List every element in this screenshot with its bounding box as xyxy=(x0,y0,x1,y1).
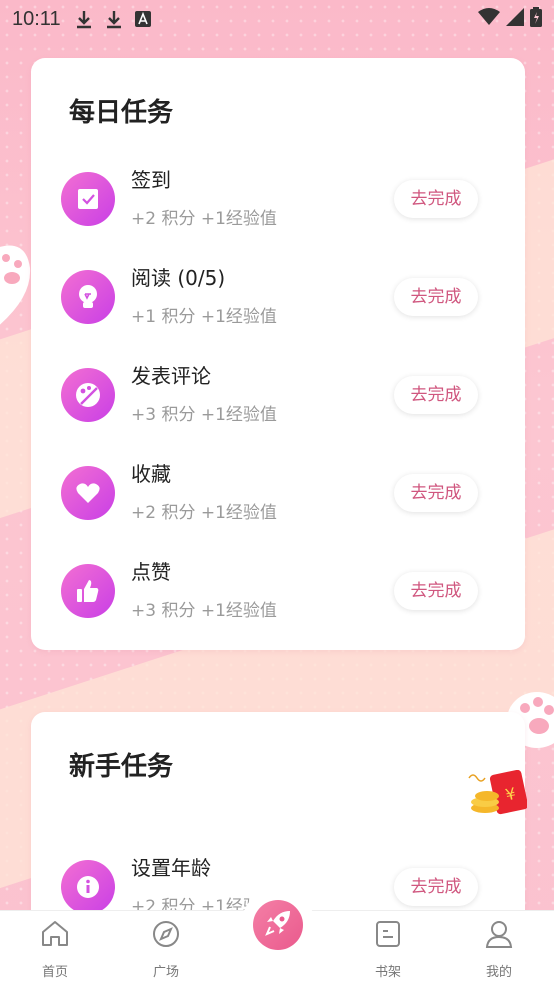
palette-icon xyxy=(61,368,115,422)
signal-icon xyxy=(506,7,524,31)
app-notification-icon xyxy=(134,11,151,27)
info-icon xyxy=(61,860,115,914)
battery-icon xyxy=(530,6,542,32)
go-complete-button[interactable]: 去完成 xyxy=(394,572,478,610)
compass-icon xyxy=(151,919,181,953)
task-name: 点赞 xyxy=(131,560,171,584)
task-item-comment: 发表评论 +3 积分 +1经验值 去完成 xyxy=(31,356,525,454)
task-reward: +2 积分 +1经验值 xyxy=(131,209,277,229)
profile-icon xyxy=(484,919,514,953)
newbie-tasks-title: 新手任务 xyxy=(69,752,174,782)
tab-label: 首页 xyxy=(41,965,68,980)
red-envelope-coins-icon: ¥ xyxy=(468,770,527,815)
tab-home[interactable]: 首页 xyxy=(10,911,100,984)
heart-icon xyxy=(61,466,115,520)
go-complete-button[interactable]: 去完成 xyxy=(394,278,478,316)
rocket-icon xyxy=(264,909,292,941)
bookshelf-icon xyxy=(373,919,403,953)
go-complete-button[interactable]: 去完成 xyxy=(394,868,478,906)
daily-tasks-card: 每日任务 签到 +2 积分 +1经验值 去完成 阅读 (0/5) +1 积分 +… xyxy=(31,58,525,650)
tab-profile[interactable]: 我的 xyxy=(454,911,544,984)
task-name: 发表评论 xyxy=(131,364,211,388)
go-complete-button[interactable]: 去完成 xyxy=(394,376,478,414)
task-reward: +2 积分 +1经验值 xyxy=(131,503,277,523)
task-name: 签到 xyxy=(131,168,171,192)
task-item-like: 点赞 +3 积分 +1经验值 去完成 xyxy=(31,552,525,650)
checkbox-icon xyxy=(61,172,115,226)
status-right xyxy=(478,6,542,32)
status-bar: 10:11 xyxy=(0,0,554,38)
task-reward: +1 积分 +1经验值 xyxy=(131,307,277,327)
task-name: 收藏 xyxy=(131,462,171,486)
tab-label: 广场 xyxy=(152,965,179,980)
tab-label: 我的 xyxy=(485,965,512,980)
go-complete-button[interactable]: 去完成 xyxy=(394,180,478,218)
tab-label: 书架 xyxy=(374,965,401,980)
task-item-favorite: 收藏 +2 积分 +1经验值 去完成 xyxy=(31,454,525,552)
lightbulb-icon xyxy=(61,270,115,324)
tab-bookshelf[interactable]: 书架 xyxy=(343,911,433,984)
tab-plaza[interactable]: 广场 xyxy=(121,911,211,984)
task-reward: +3 积分 +1经验值 xyxy=(131,405,277,425)
daily-tasks-title: 每日任务 xyxy=(69,98,174,128)
center-rocket-button[interactable] xyxy=(253,900,303,950)
task-name: 阅读 (0/5) xyxy=(131,266,226,290)
download-icon xyxy=(105,9,123,29)
task-item-reading: 阅读 (0/5) +1 积分 +1经验值 去完成 xyxy=(31,258,525,356)
task-reward: +3 积分 +1经验值 xyxy=(131,601,277,621)
task-name: 设置年龄 xyxy=(131,856,211,880)
task-item-sign-in: 签到 +2 积分 +1经验值 去完成 xyxy=(31,160,525,258)
thumbs-up-icon xyxy=(61,564,115,618)
download-icon xyxy=(75,9,93,29)
home-icon xyxy=(40,919,70,953)
go-complete-button[interactable]: 去完成 xyxy=(394,474,478,512)
center-action-wrapper xyxy=(241,888,315,962)
status-time: 10:11 xyxy=(12,7,61,30)
wifi-icon xyxy=(478,7,500,31)
